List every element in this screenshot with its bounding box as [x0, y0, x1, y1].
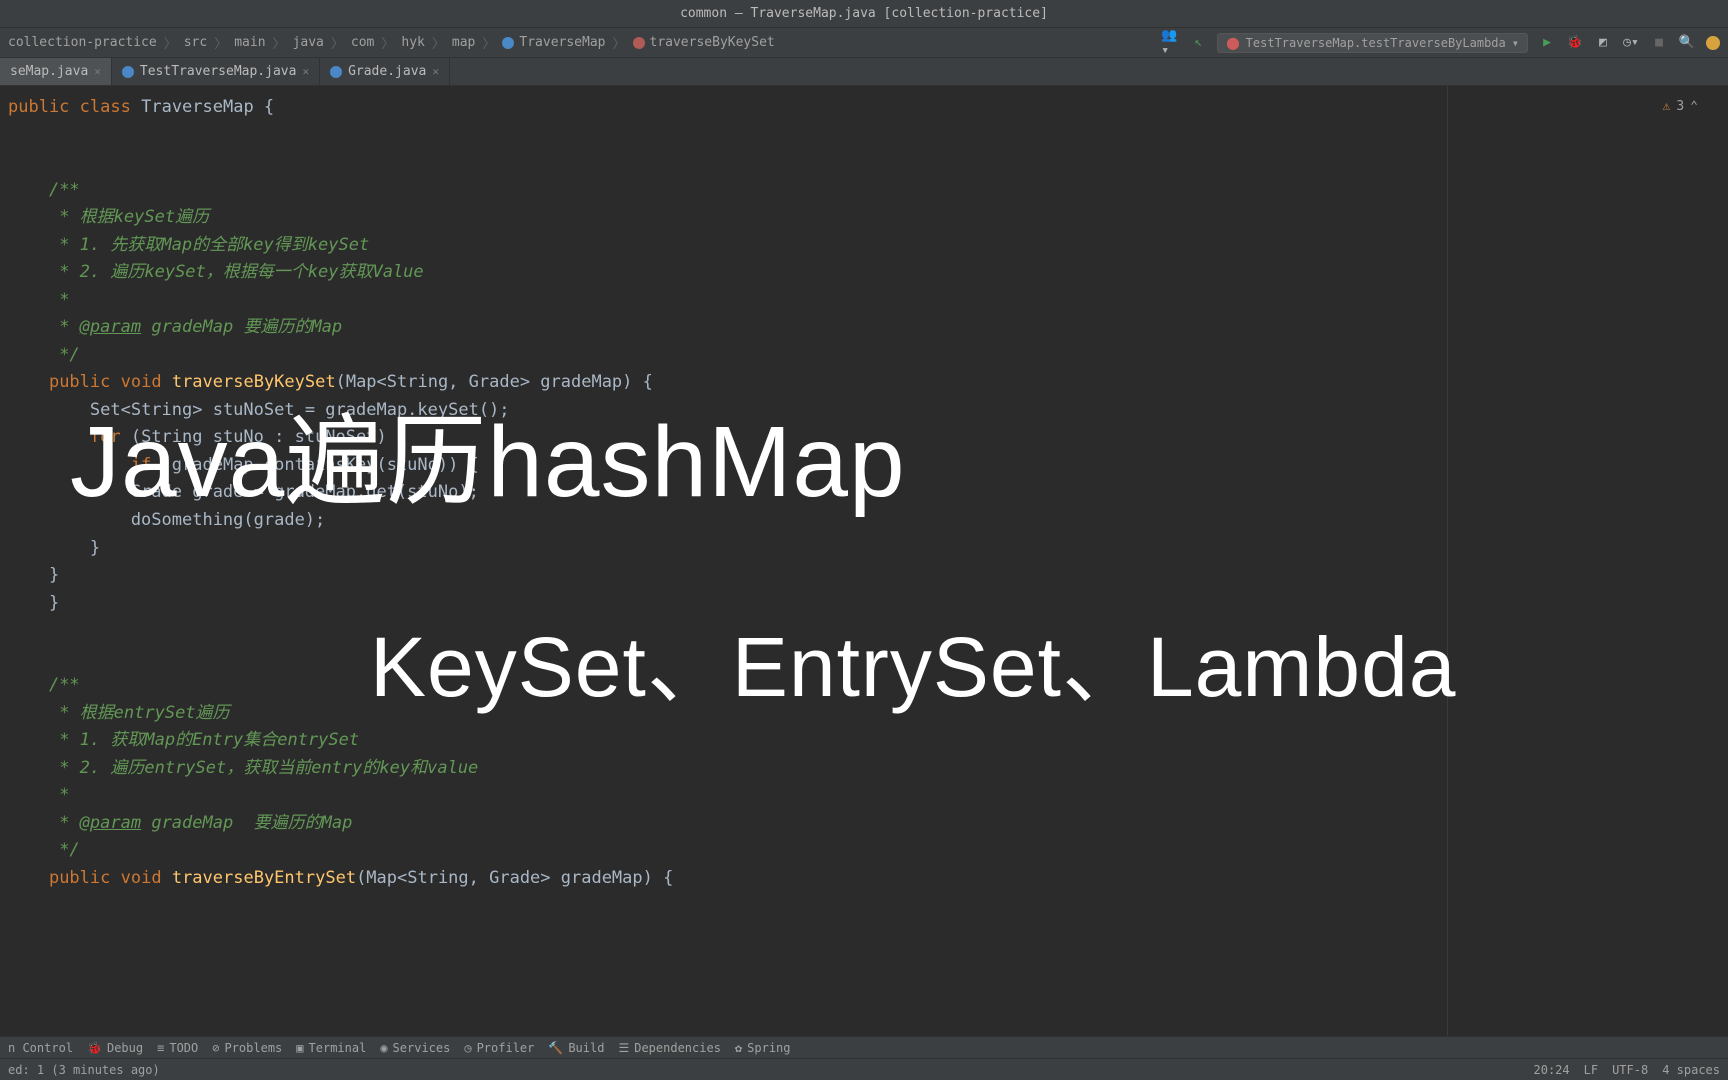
spring-icon: ✿ — [735, 1041, 742, 1055]
breadcrumb-item[interactable]: collection-practice — [8, 35, 157, 50]
close-icon[interactable]: ✕ — [94, 65, 101, 78]
breadcrumb-item[interactable]: TraverseMap — [519, 35, 605, 50]
toolbar-right: 👥▾ ↖ ⬤ TestTraverseMap.testTraverseByLam… — [1161, 33, 1720, 53]
tool-dependencies[interactable]: ☰Dependencies — [618, 1041, 720, 1055]
bug-icon: 🐞 — [87, 1041, 102, 1055]
list-icon: ≡ — [157, 1041, 164, 1055]
code-content: public class TraverseMap { /** * 根据keySe… — [8, 94, 1728, 892]
run-icon[interactable]: ▶ — [1538, 34, 1556, 52]
status-bar: ed: 1 (3 minutes ago) 20:24 LF UTF-8 4 s… — [0, 1058, 1728, 1080]
tool-problems[interactable]: ⊘Problems — [212, 1041, 282, 1055]
breadcrumb-item[interactable]: traverseByKeySet — [650, 35, 775, 50]
avatar-icon[interactable] — [1706, 36, 1720, 50]
debug-icon[interactable]: 🐞 — [1566, 34, 1584, 52]
class-icon — [502, 37, 514, 49]
services-icon: ◉ — [380, 1041, 387, 1055]
tab-label: Grade.java — [348, 64, 426, 79]
tab-traversemap[interactable]: seMap.java ✕ — [0, 58, 112, 85]
window-titlebar: common — TraverseMap.java [collection-pr… — [0, 0, 1728, 28]
tool-version-control[interactable]: n Control — [8, 1041, 73, 1055]
error-icon: ⊘ — [212, 1041, 219, 1055]
breadcrumb-item[interactable]: java — [293, 35, 324, 50]
breadcrumb-item[interactable]: main — [234, 35, 265, 50]
run-configuration-selector[interactable]: ⬤ TestTraverseMap.testTraverseByLambda ▾ — [1217, 33, 1528, 53]
breadcrumb-item[interactable]: hyk — [401, 35, 424, 50]
tool-todo[interactable]: ≡TODO — [157, 1041, 198, 1055]
coverage-icon[interactable]: ◩ — [1594, 34, 1612, 52]
line-separator[interactable]: LF — [1584, 1063, 1598, 1077]
tool-services[interactable]: ◉Services — [380, 1041, 450, 1055]
tab-label: seMap.java — [10, 64, 88, 79]
editor-tabs: seMap.java ✕ TestTraverseMap.java ✕ Grad… — [0, 58, 1728, 86]
search-icon[interactable]: 🔍 — [1678, 34, 1696, 52]
hammer-icon: 🔨 — [548, 1041, 563, 1055]
terminal-icon: ▣ — [296, 1041, 303, 1055]
close-icon[interactable]: ✕ — [432, 65, 439, 78]
window-title: common — TraverseMap.java [collection-pr… — [680, 6, 1048, 21]
file-encoding[interactable]: UTF-8 — [1612, 1063, 1648, 1077]
java-icon — [122, 66, 134, 78]
breadcrumb: collection-practice〉 src〉 main〉 java〉 co… — [8, 33, 1161, 52]
method-icon — [633, 37, 645, 49]
tool-terminal[interactable]: ▣Terminal — [296, 1041, 366, 1055]
layers-icon: ☰ — [618, 1041, 629, 1055]
stop-icon[interactable]: ■ — [1650, 34, 1668, 52]
tool-build[interactable]: 🔨Build — [548, 1041, 604, 1055]
breadcrumb-item[interactable]: map — [452, 35, 475, 50]
tab-testtraversemap[interactable]: TestTraverseMap.java ✕ — [112, 58, 320, 85]
tool-spring[interactable]: ✿Spring — [735, 1041, 791, 1055]
profiler-icon[interactable]: ◷▾ — [1622, 34, 1640, 52]
tab-label: TestTraverseMap.java — [140, 64, 297, 79]
navigation-bar: collection-practice〉 src〉 main〉 java〉 co… — [0, 28, 1728, 58]
code-editor[interactable]: ⚠ 3 ⌃ public class TraverseMap { /** * 根… — [0, 86, 1728, 1036]
java-icon — [330, 66, 342, 78]
tool-profiler[interactable]: ◷Profiler — [464, 1041, 534, 1055]
profiler-icon: ◷ — [464, 1041, 471, 1055]
indent-config[interactable]: 4 spaces — [1662, 1063, 1720, 1077]
status-message: ed: 1 (3 minutes ago) — [8, 1063, 160, 1077]
chevron-down-icon: ▾ — [1512, 36, 1519, 50]
users-icon[interactable]: 👥▾ — [1161, 34, 1179, 52]
run-config-label: TestTraverseMap.testTraverseByLambda — [1246, 36, 1506, 50]
breadcrumb-item[interactable]: src — [184, 35, 207, 50]
caret-position[interactable]: 20:24 — [1534, 1063, 1570, 1077]
close-icon[interactable]: ✕ — [302, 65, 309, 78]
breadcrumb-item[interactable]: com — [351, 35, 374, 50]
tab-grade[interactable]: Grade.java ✕ — [320, 58, 450, 85]
tool-debug[interactable]: 🐞Debug — [87, 1041, 143, 1055]
tool-window-bar: n Control 🐞Debug ≡TODO ⊘Problems ▣Termin… — [0, 1036, 1728, 1058]
back-icon[interactable]: ↖ — [1189, 34, 1207, 52]
